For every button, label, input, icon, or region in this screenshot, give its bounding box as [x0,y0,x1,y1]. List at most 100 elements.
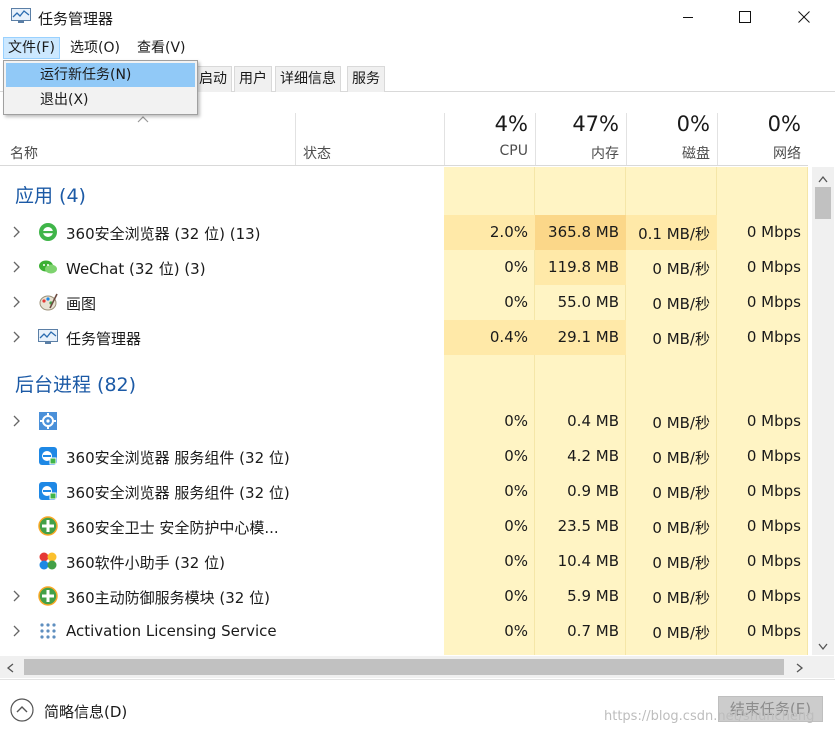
table-row[interactable]: 360安全浏览器 服务组件 (32 位) 0% 0.9 MB 0 MB/秒 0 … [0,474,808,509]
column-cpu[interactable]: CPU [446,143,528,159]
process-name: 360安全浏览器 服务组件 (32 位) [66,484,290,502]
disk-value: 0 MB/秒 [652,554,710,572]
scroll-left-icon[interactable] [6,661,14,677]
network-value: 0 Mbps [746,223,801,241]
process-name: WeChat (32 位) (3) [66,260,206,278]
footer: 简略信息(D) 结束任务(E) https://blog.csdn.net/sh… [0,679,835,739]
disk-value: 0 MB/秒 [652,449,710,467]
table-row[interactable]: Activation Licensing Service 0% 0.7 MB 0… [0,614,808,649]
column-network[interactable]: 网络 [719,143,801,163]
ie-green-icon [38,222,58,242]
column-divider [717,113,718,165]
menu-item-exit[interactable]: 退出(X) [6,88,195,112]
chevron-right-icon[interactable] [11,295,23,309]
watermark: https://blog.csdn.net/shuncheng [604,709,815,724]
table-row[interactable]: 360安全卫士 安全防护中心模... 0% 23.5 MB 0 MB/秒 0 M… [0,509,808,544]
memory-value: 0.9 MB [567,482,619,500]
tab-details[interactable]: 详细信息 [275,66,341,92]
fewer-details-link[interactable]: 简略信息(D) [44,701,127,722]
column-memory[interactable]: 内存 [537,143,619,163]
memory-value: 29.1 MB [557,328,619,346]
chevron-right-icon[interactable] [11,624,23,638]
chevron-right-icon[interactable] [11,414,23,428]
group-header-background[interactable]: 后台进程 (82) [15,370,136,397]
maximize-button[interactable] [716,0,774,34]
table-row[interactable]: 360安全浏览器 服务组件 (32 位) 0% 4.2 MB 0 MB/秒 0 … [0,439,808,474]
scrollbar-thumb[interactable] [815,187,831,219]
cpu-value: 0% [504,552,528,570]
memory-value: 0.7 MB [567,622,619,640]
scroll-right-icon[interactable] [796,661,804,677]
process-name: 360主动防御服务模块 (32 位) [66,589,270,607]
process-name: 360安全卫士 安全防护中心模... [66,519,279,537]
column-divider [444,113,445,165]
chevron-right-icon[interactable] [11,225,23,239]
360-software-helper-icon [38,551,58,571]
vertical-scrollbar[interactable] [812,167,834,655]
tab-startup[interactable]: 启动 [194,66,232,92]
table-row[interactable]: WeChat (32 位) (3) 0% 119.8 MB 0 MB/秒 0 M… [0,250,808,285]
close-button[interactable] [775,0,833,34]
360-browser-service-icon [38,481,58,501]
memory-value: 365.8 MB [548,223,619,241]
table-row[interactable]: 任务管理器 0.4% 29.1 MB 0 MB/秒 0 Mbps [0,320,808,355]
minimize-button[interactable] [659,0,717,34]
network-value: 0 Mbps [746,328,801,346]
table-row[interactable]: 360安全浏览器 (32 位) (13) 2.0% 365.8 MB 0.1 M… [0,215,808,250]
gear-icon [38,411,58,431]
cpu-value: 0% [504,293,528,311]
cpu-value: 0% [504,587,528,605]
chevron-right-icon[interactable] [11,589,23,603]
disk-value: 0 MB/秒 [652,589,710,607]
scrollbar-thumb[interactable] [24,659,784,675]
process-list: 应用 (4) 360安全浏览器 (32 位) (13) 2.0% 365.8 M… [0,167,808,655]
column-disk[interactable]: 磁盘 [628,143,710,163]
360-safeguard-icon [38,586,58,606]
network-value: 0 Mbps [746,482,801,500]
memory-value: 5.9 MB [567,587,619,605]
menu-item-run-new-task[interactable]: 运行新任务(N) [6,63,195,87]
table-row[interactable]: 360主动防御服务模块 (32 位) 0% 5.9 MB 0 MB/秒 0 Mb… [0,579,808,614]
network-total[interactable]: 0% [719,112,801,136]
column-status[interactable]: 状态 [303,143,331,163]
cpu-total[interactable]: 4% [446,112,528,136]
cpu-value: 0% [504,258,528,276]
table-row[interactable]: 360软件小助手 (32 位) 0% 10.4 MB 0 MB/秒 0 Mbps [0,544,808,579]
title-bar: 任务管理器 [0,0,835,34]
wechat-icon [38,257,58,277]
process-name: 画图 [66,295,97,313]
disk-total[interactable]: 0% [628,112,710,136]
memory-value: 119.8 MB [548,258,619,276]
network-value: 0 Mbps [746,517,801,535]
horizontal-scrollbar[interactable] [0,656,812,678]
360-safeguard-icon [38,516,58,536]
network-value: 0 Mbps [746,412,801,430]
menu-file[interactable]: 文件(F) [3,37,60,59]
memory-total[interactable]: 47% [537,112,619,136]
tab-services[interactable]: 服务 [347,66,385,92]
group-header-apps[interactable]: 应用 (4) [15,181,86,208]
cpu-value: 0% [504,622,528,640]
table-row[interactable]: 画图 0% 55.0 MB 0 MB/秒 0 Mbps [0,285,808,320]
menu-options[interactable]: 选项(O) [66,37,124,59]
collapse-circle-icon[interactable] [10,698,34,726]
column-divider [295,113,296,165]
scroll-up-icon[interactable] [818,171,828,187]
network-value: 0 Mbps [746,293,801,311]
process-name: 360安全浏览器 服务组件 (32 位) [66,449,290,467]
chevron-right-icon[interactable] [11,260,23,274]
menu-view[interactable]: 查看(V) [133,37,190,59]
window-title: 任务管理器 [38,10,114,28]
tab-users[interactable]: 用户 [234,66,272,92]
table-row[interactable]: 0% 0.4 MB 0 MB/秒 0 Mbps [0,404,808,439]
menu-bar: 文件(F) 选项(O) 查看(V) [0,36,835,60]
paint-icon [38,292,58,312]
cpu-value: 0% [504,482,528,500]
memory-value: 4.2 MB [567,447,619,465]
scroll-down-icon[interactable] [818,639,828,655]
column-name[interactable]: 名称 [10,143,38,163]
disk-value: 0.1 MB/秒 [638,225,710,243]
disk-value: 0 MB/秒 [652,295,710,313]
disk-value: 0 MB/秒 [652,484,710,502]
chevron-right-icon[interactable] [11,330,23,344]
